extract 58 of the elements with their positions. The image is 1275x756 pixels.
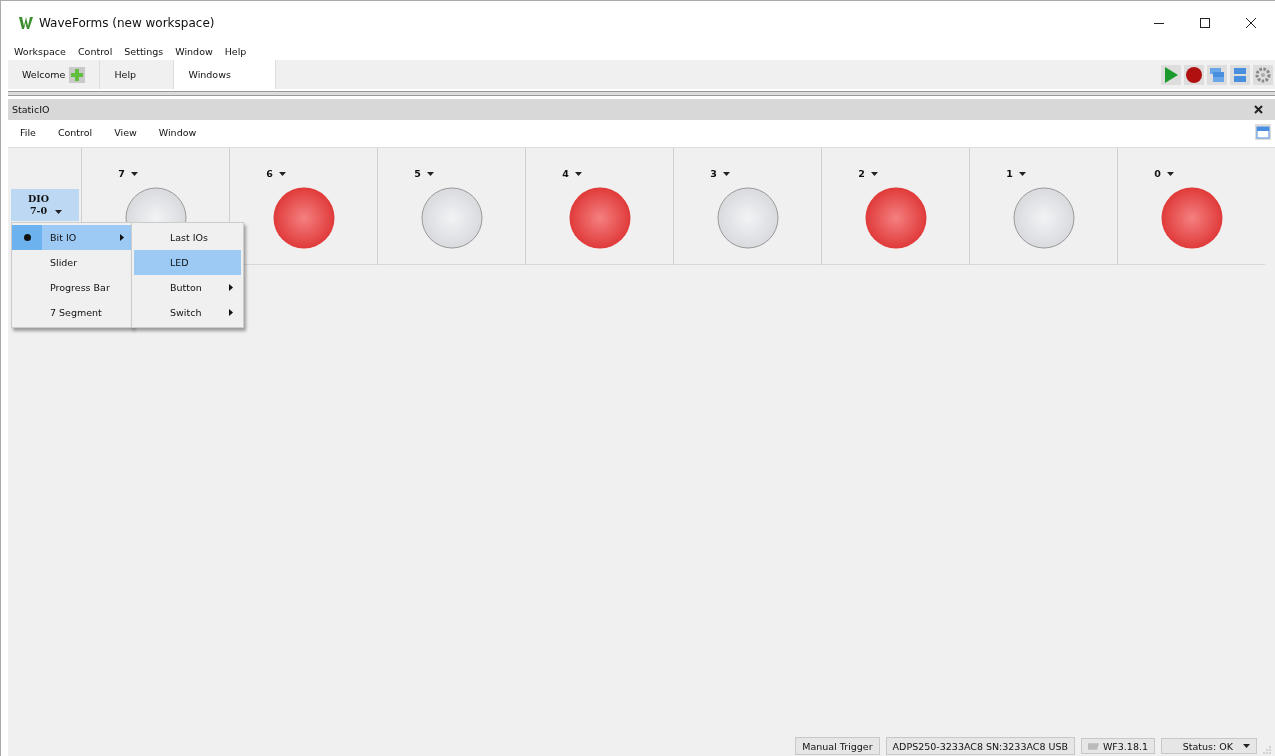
stacked-windows-icon[interactable]: [1207, 64, 1227, 85]
menu-item[interactable]: Button: [134, 275, 241, 300]
channel-dropdown[interactable]: 2: [858, 168, 878, 179]
caret-icon[interactable]: [426, 171, 434, 176]
close-icon[interactable]: [1254, 105, 1263, 114]
caret-icon[interactable]: [722, 171, 730, 176]
app-logo-icon[interactable]: [19, 16, 33, 29]
menu-item[interactable]: Window: [158, 126, 197, 138]
split-window-icon[interactable]: [1230, 64, 1250, 85]
bullet-icon[interactable]: [23, 234, 31, 241]
menu-item[interactable]: LED: [134, 250, 241, 275]
play-icon[interactable]: [1161, 64, 1181, 85]
menu-item[interactable]: Last IOs: [134, 225, 241, 250]
close-icon[interactable]: [1245, 16, 1257, 29]
panel-title: StaticIO: [12, 104, 50, 115]
caret-icon[interactable]: [55, 210, 62, 214]
menu-item[interactable]: Control: [57, 126, 93, 138]
window-title: WaveForms (new workspace): [39, 15, 215, 30]
menu-item[interactable]: File: [20, 126, 36, 138]
menu-item[interactable]: Settings: [124, 45, 164, 57]
caret-icon[interactable]: [130, 171, 138, 176]
menu-item[interactable]: Window: [175, 45, 213, 57]
menu-item[interactable]: Slider: [12, 250, 132, 275]
group-dropdown[interactable]: DIO 7-0: [11, 189, 79, 221]
menu-item[interactable]: View: [114, 126, 137, 138]
version-label: WF3.18.1: [1102, 740, 1148, 752]
resize-grip-icon[interactable]: [1263, 746, 1271, 754]
gear-icon[interactable]: [1253, 64, 1273, 85]
submenu-arrow-icon[interactable]: [229, 309, 233, 316]
caret-icon[interactable]: [278, 171, 286, 176]
channel-dropdown[interactable]: 7: [118, 168, 138, 179]
menu-item[interactable]: Workspace: [14, 45, 66, 57]
channel-dropdown[interactable]: 5: [414, 168, 434, 179]
device-label: ADPS250-3233AC8 SN:3233AC8 USB: [885, 737, 1075, 755]
submenu-arrow-icon[interactable]: [120, 234, 124, 241]
caret-icon[interactable]: [1018, 171, 1026, 176]
window-icon[interactable]: [1255, 124, 1271, 140]
caret-icon[interactable]: [870, 171, 878, 176]
menu-item[interactable]: 7 Segment: [12, 300, 132, 325]
record-icon[interactable]: [1184, 64, 1204, 85]
channel-dropdown[interactable]: 6: [266, 168, 286, 179]
menu-item[interactable]: Help: [224, 45, 247, 57]
tab[interactable]: Windows: [174, 60, 277, 89]
caret-icon[interactable]: [1166, 171, 1174, 176]
channel-dropdown[interactable]: 1: [1006, 168, 1026, 179]
menu-item[interactable]: Switch: [134, 300, 241, 325]
manual-trigger-button[interactable]: Manual Trigger: [795, 737, 880, 755]
caret-icon[interactable]: [574, 171, 582, 176]
menu-item[interactable]: Bit IO: [12, 225, 132, 250]
channel-dropdown[interactable]: 4: [562, 168, 582, 179]
channel-dropdown[interactable]: 3: [710, 168, 730, 179]
maximize-icon[interactable]: [1199, 16, 1211, 29]
caret-icon[interactable]: [1243, 744, 1250, 748]
channel-dropdown[interactable]: 0: [1154, 168, 1174, 179]
menu-item[interactable]: Progress Bar: [12, 275, 132, 300]
status-dropdown[interactable]: Status: OK: [1161, 738, 1257, 754]
submenu-arrow-icon[interactable]: [229, 284, 233, 291]
menu-item[interactable]: Control: [77, 45, 113, 57]
